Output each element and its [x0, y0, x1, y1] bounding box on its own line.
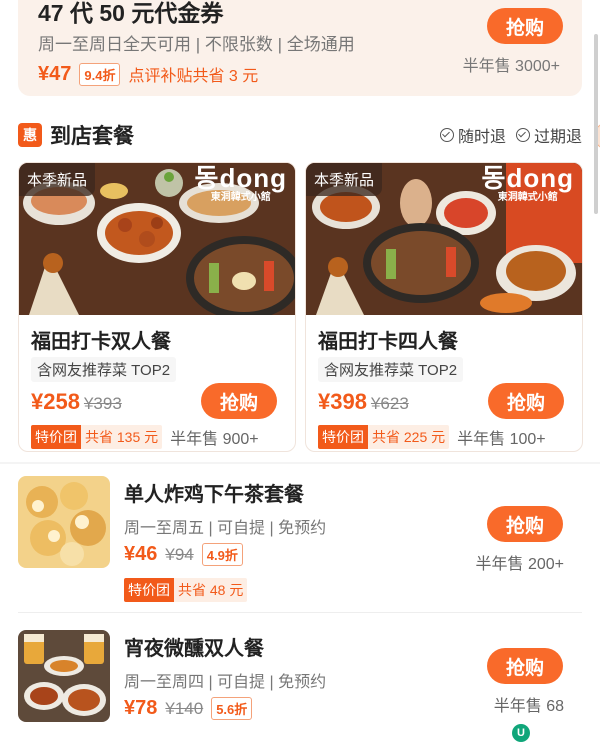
policy-label: 随时退: [457, 129, 506, 146]
deal-price: ¥46 ¥94 4.9折: [124, 543, 243, 566]
brand-subname: 東洞韓式小館: [210, 192, 271, 203]
deal-rules: 周一至周四 | 可自提 | 免预约: [124, 674, 327, 691]
deal-thumbnail: [18, 630, 110, 722]
combo-image: 本季新品 동dong 東洞韓式小館: [306, 163, 582, 315]
special-deal-tag: 特价团: [31, 425, 81, 449]
discount-tag: 5.6折: [211, 697, 253, 720]
combo-price: ¥398 ¥623: [318, 389, 409, 415]
savings-tag: 共省 48 元: [174, 578, 248, 602]
season-new-tag: 本季新品: [306, 163, 383, 196]
hui-badge-icon: 惠: [18, 123, 42, 147]
special-deal-tag: 特价团: [124, 578, 174, 602]
deal-rules: 周一至周五 | 可自提 | 免预约: [124, 520, 327, 537]
voucher-sold-count: 半年售 3000+: [462, 58, 560, 75]
section-header: 惠 到店套餐 随时退 过期退: [18, 119, 588, 151]
brand-logo: 동dong 東洞韓式小館: [482, 165, 574, 203]
deal-thumbnail: [18, 476, 110, 568]
combo-buy-button[interactable]: 抢购: [201, 383, 277, 419]
deal-item-late-night-two[interactable]: 宵夜微醺双人餐 周一至周四 | 可自提 | 免预约 ¥78 ¥140 5.6折 …: [18, 630, 582, 750]
combo-card-two-person[interactable]: 本季新品 동dong 東洞韓式小館 福田打卡双人餐 含网友推荐菜 TOP2 ¥2…: [18, 162, 296, 452]
original-price: ¥140: [165, 699, 204, 718]
sold-count: 半年售 900+: [170, 431, 259, 448]
policy-anytime-refund: 随时退: [439, 123, 506, 147]
promo-row: 特价团 共省 48 元: [124, 578, 248, 602]
deal-buy-button[interactable]: 抢购: [487, 506, 563, 542]
recommend-tag: 含网友推荐菜 TOP2: [318, 357, 464, 382]
section-divider: [0, 462, 600, 464]
voucher-discount-tag: 9.4折: [79, 62, 121, 86]
current-price: ¥78: [124, 697, 158, 719]
recommend-tag: 含网友推荐菜 TOP2: [31, 357, 177, 382]
deal-price: ¥78 ¥140 5.6折: [124, 697, 253, 720]
savings-tag: 共省 225 元: [368, 425, 450, 449]
original-price: ¥393: [83, 394, 122, 413]
combo-price: ¥258 ¥393: [31, 389, 122, 415]
combo-title: 福田打卡双人餐: [31, 331, 171, 353]
voucher-card[interactable]: 47 代 50 元代金券 周一至周日全天可用 | 不限张数 | 全场通用 ¥47…: [18, 0, 582, 96]
discount-tag: 4.9折: [201, 543, 243, 566]
deal-buy-button[interactable]: 抢购: [487, 648, 563, 684]
deal-name: 单人炸鸡下午茶套餐: [124, 484, 304, 506]
floating-u-icon[interactable]: U: [512, 724, 530, 742]
voucher-subsidy: 点评补贴共省 3 元: [128, 68, 259, 85]
combo-buy-button[interactable]: 抢购: [488, 383, 564, 419]
check-circle-icon: [439, 128, 454, 142]
original-price: ¥94: [165, 545, 194, 564]
sold-count: 半年售 68: [493, 698, 564, 715]
item-divider: [18, 612, 582, 613]
scrollbar[interactable]: [594, 34, 598, 214]
sold-count: 半年售 200+: [475, 556, 565, 573]
check-circle-icon: [515, 128, 530, 142]
current-price: ¥258: [31, 389, 80, 414]
combo-title: 福田打卡四人餐: [318, 331, 458, 353]
deal-item-fried-chicken-tea[interactable]: 单人炸鸡下午茶套餐 周一至周五 | 可自提 | 免预约 ¥46 ¥94 4.9折…: [18, 476, 582, 616]
voucher-buy-button[interactable]: 抢购: [487, 8, 563, 44]
brand-logo: 동dong 東洞韓式小館: [195, 165, 287, 203]
season-new-tag: 本季新品: [19, 163, 96, 196]
current-price: ¥46: [124, 543, 158, 565]
voucher-title: 47 代 50 元代金券: [38, 0, 224, 26]
promo-row: 特价团 共省 135 元 半年售 900+: [31, 425, 259, 449]
beer-and-chicken-image: [18, 630, 110, 722]
combo-card-four-person[interactable]: 本季新品 동dong 東洞韓式小館 福田打卡四人餐 含网友推荐菜 TOP2 ¥3…: [305, 162, 583, 452]
brand-name: 동dong: [481, 163, 574, 193]
sold-count: 半年售 100+: [457, 431, 546, 448]
deal-name: 宵夜微醺双人餐: [124, 638, 264, 660]
special-deal-tag: 特价团: [318, 425, 368, 449]
refund-policies: 随时退 过期退: [430, 123, 582, 147]
fried-chicken-image: [18, 476, 110, 568]
voucher-rules: 周一至周日全天可用 | 不限张数 | 全场通用: [38, 35, 355, 54]
original-price: ¥623: [370, 394, 409, 413]
promo-row: 特价团 共省 225 元 半年售 100+: [318, 425, 546, 449]
savings-tag: 共省 135 元: [81, 425, 163, 449]
combo-image: 本季新品 동dong 東洞韓式小館: [19, 163, 295, 315]
policy-label: 过期退: [533, 129, 582, 146]
voucher-price-row: ¥47 9.4折 点评补贴共省 3 元: [38, 62, 258, 86]
voucher-price: ¥47: [38, 62, 72, 85]
current-price: ¥398: [318, 389, 367, 414]
section-title: 到店套餐: [50, 125, 134, 148]
brand-name: 동dong: [194, 163, 287, 193]
brand-subname: 東洞韓式小館: [497, 192, 558, 203]
policy-expired-refund: 过期退: [515, 123, 582, 147]
